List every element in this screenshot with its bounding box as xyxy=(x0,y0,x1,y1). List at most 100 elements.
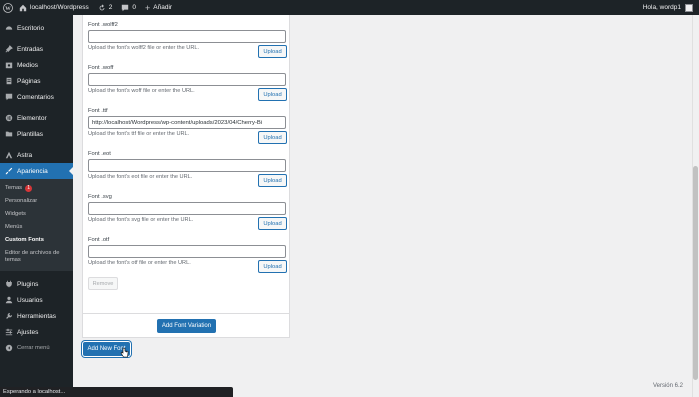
updates-count: 2 xyxy=(108,4,113,11)
sidebar-item-entradas[interactable]: Entradas xyxy=(0,41,73,57)
submenu-item-widgets[interactable]: Widgets xyxy=(0,208,73,221)
panel-divider xyxy=(83,313,289,314)
submenu-item-personalizar[interactable]: Personalizar xyxy=(0,195,73,208)
sidebar-item-usuarios[interactable]: Usuarios xyxy=(0,292,73,308)
otf-url-input[interactable] xyxy=(88,245,286,258)
submenu-item-label: Editor de archivos de temas xyxy=(5,250,60,263)
appearance-submenu: Temas 1 Personalizar Widgets Menús Custo… xyxy=(0,179,73,271)
submenu-item-temas[interactable]: Temas 1 xyxy=(0,182,73,195)
new-content-link[interactable]: + Añadir xyxy=(145,2,173,13)
users-icon xyxy=(4,296,13,305)
sidebar-item-label: Herramientas xyxy=(17,312,57,320)
site-name-label: localhost/Wordpress xyxy=(30,4,89,11)
sidebar-item-label: Cerrar menú xyxy=(17,345,50,351)
field-woff: Font .woff Upload the font's woff file o… xyxy=(88,65,287,101)
field-label: Font .woff xyxy=(88,65,114,71)
sidebar-item-label: Ajustes xyxy=(17,328,39,336)
comments-count: 0 xyxy=(132,4,137,11)
refresh-icon xyxy=(99,3,105,10)
remove-variation-button[interactable]: Remove xyxy=(88,277,118,290)
woff-url-input[interactable] xyxy=(88,73,286,86)
update-badge: 1 xyxy=(25,185,33,192)
sidebar-item-apariencia[interactable]: Apariencia xyxy=(0,163,73,179)
elementor-icon xyxy=(4,114,13,123)
field-svg: Font .svg Upload the font's svg file or … xyxy=(88,194,287,230)
sidebar-item-paginas[interactable]: Páginas xyxy=(0,73,73,89)
comments-link[interactable]: 0 xyxy=(121,4,136,12)
tools-icon xyxy=(4,312,13,321)
site-name-link[interactable]: localhost/Wordpress xyxy=(19,4,89,12)
upload-woff-button[interactable]: Upload xyxy=(258,88,287,101)
astra-icon xyxy=(4,151,13,160)
sidebar-item-ajustes[interactable]: Ajustes xyxy=(0,324,73,340)
wordpress-logo-icon[interactable]: W xyxy=(0,0,15,15)
admin-bar: W localhost/Wordpress 2 0 + Añadir Hola,… xyxy=(0,0,699,15)
sidebar-item-label: Escritorio xyxy=(17,24,45,32)
plus-icon: + xyxy=(145,2,151,13)
upload-svg-button[interactable]: Upload xyxy=(258,217,287,230)
sidebar-item-herramientas[interactable]: Herramientas xyxy=(0,308,73,324)
browser-status-bar: Esperando a localhost... xyxy=(0,387,233,397)
collapse-menu-button[interactable]: Cerrar menú xyxy=(0,340,73,356)
add-font-variation-button[interactable]: Add Font Variation xyxy=(157,319,216,333)
page-icon xyxy=(4,77,13,86)
submenu-item-label: Temas xyxy=(5,185,23,191)
field-label: Font .otf xyxy=(88,237,110,243)
sidebar-item-label: Plugins xyxy=(17,280,39,288)
field-otf: Font .otf Upload the font's otf file or … xyxy=(88,237,287,273)
settings-icon xyxy=(4,328,13,337)
sidebar-item-plantillas[interactable]: Plantillas xyxy=(0,126,73,142)
updates-link[interactable]: 2 xyxy=(98,3,113,12)
dashboard-icon xyxy=(4,24,13,33)
sidebar-item-medios[interactable]: Medios xyxy=(0,57,73,73)
sidebar-item-label: Astra xyxy=(17,151,33,159)
field-label: Font .ttf xyxy=(88,108,108,114)
submenu-item-label: Personalizar xyxy=(5,198,38,204)
media-icon xyxy=(4,61,13,70)
hand-cursor-icon xyxy=(120,347,129,358)
sidebar-item-comentarios[interactable]: Comentarios xyxy=(0,89,73,105)
greeting-label: Hola, wordp1 xyxy=(642,4,681,11)
folder-icon xyxy=(4,130,13,139)
scrollbar-thumb[interactable] xyxy=(693,166,698,380)
field-eot: Font .eot Upload the font's eot file or … xyxy=(88,151,287,187)
submenu-item-label: Menús xyxy=(5,224,23,230)
ttf-url-input[interactable]: http://localhost/Wordpress/wp-content/up… xyxy=(88,116,286,129)
sidebar-item-plugins[interactable]: Plugins xyxy=(0,276,73,292)
svg-text:W: W xyxy=(5,6,11,12)
submenu-item-label: Widgets xyxy=(5,211,26,217)
upload-ttf-button[interactable]: Upload xyxy=(258,131,287,144)
sidebar-item-astra[interactable]: Astra xyxy=(0,147,73,163)
field-label: Font .eot xyxy=(88,151,111,157)
field-woff2: Font .wolff2 Upload the font's wolff2 fi… xyxy=(88,22,287,58)
home-icon xyxy=(19,4,27,11)
font-variation-panel: Font .wolff2 Upload the font's wolff2 fi… xyxy=(82,15,290,338)
submenu-item-menus[interactable]: Menús xyxy=(0,221,73,234)
submenu-item-custom-fonts[interactable]: Custom Fonts xyxy=(0,234,73,247)
sidebar-item-escritorio[interactable]: Escritorio xyxy=(0,20,73,36)
sidebar-item-label: Plantillas xyxy=(17,130,44,138)
upload-woff2-button[interactable]: Upload xyxy=(258,45,287,58)
new-content-label: Añadir xyxy=(153,4,173,11)
svg-url-input[interactable] xyxy=(88,202,286,215)
admin-sidebar: Escritorio Entradas Medios Páginas Comen… xyxy=(0,15,73,397)
avatar xyxy=(685,3,693,12)
eot-url-input[interactable] xyxy=(88,159,286,172)
field-ttf: Font .ttf http://localhost/Wordpress/wp-… xyxy=(88,108,287,144)
sidebar-item-label: Apariencia xyxy=(17,167,48,175)
version-label: Versión 6.2 xyxy=(652,383,683,389)
woff2-url-input[interactable] xyxy=(88,30,286,43)
sidebar-item-label: Entradas xyxy=(17,45,44,53)
sidebar-item-label: Elementor xyxy=(17,114,47,122)
comment-icon xyxy=(4,93,13,102)
field-label: Font .wolff2 xyxy=(88,22,118,28)
my-account-link[interactable]: Hola, wordp1 xyxy=(643,0,693,15)
comment-bubble-icon xyxy=(122,4,129,11)
upload-otf-button[interactable]: Upload xyxy=(258,260,287,273)
upload-eot-button[interactable]: Upload xyxy=(258,174,287,187)
sidebar-item-label: Medios xyxy=(17,61,38,69)
sidebar-item-elementor[interactable]: Elementor xyxy=(0,110,73,126)
submenu-item-editor[interactable]: Editor de archivos de temas xyxy=(0,247,73,267)
field-label: Font .svg xyxy=(88,194,112,200)
pin-icon xyxy=(4,45,13,54)
